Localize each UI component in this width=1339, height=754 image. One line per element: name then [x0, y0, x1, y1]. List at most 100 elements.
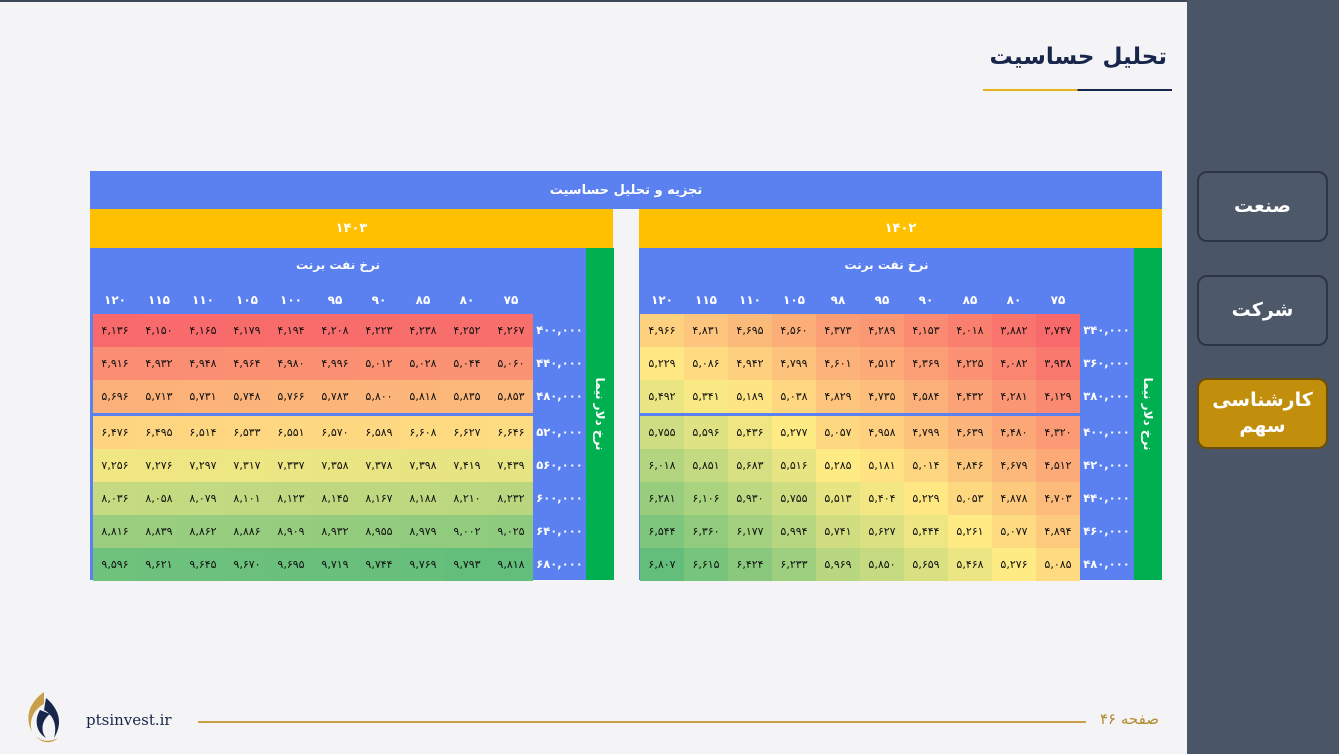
oil-price-column-header: ۱۲۰ — [104, 293, 126, 307]
sensitivity-cell: ۵,۱۸۹ — [728, 380, 772, 413]
sensitivity-cell: ۵,۷۴۸ — [225, 380, 269, 413]
sensitivity-cell: ۸,۸۸۶ — [225, 515, 269, 548]
oil-price-column-header: ۸۰ — [459, 293, 475, 307]
sensitivity-cell: ۳,۷۴۷ — [1036, 314, 1080, 347]
sensitivity-cell: ۴,۸۳۱ — [684, 314, 728, 347]
sensitivity-cell: ۵,۶۹۶ — [93, 380, 137, 413]
dollar-rate-strip-left: نرخ دلار نیما — [586, 248, 614, 580]
dollar-rate-row-label: ۳۶۰,۰۰۰ — [1083, 356, 1130, 370]
oil-price-column-header: ۸۵ — [962, 293, 978, 307]
sensitivity-cell: ۴,۹۸۰ — [269, 347, 313, 380]
sensitivity-cell: ۵,۷۴۱ — [816, 515, 860, 548]
sensitivity-cell: ۴,۹۶۶ — [640, 314, 684, 347]
oil-price-column-header: ۸۵ — [415, 293, 431, 307]
sensitivity-cell: ۸,۹۰۹ — [269, 515, 313, 548]
sensitivity-cell: ۴,۱۵۰ — [137, 314, 181, 347]
table-header: تجزیه و تحلیل حساسیت — [90, 171, 1162, 209]
page-title: تحلیل حساسیت — [989, 44, 1168, 70]
sensitivity-cell: ۴,۵۱۲ — [1036, 449, 1080, 482]
sensitivity-cell: ۶,۵۴۴ — [640, 515, 684, 548]
sensitivity-cell: ۵,۰۳۸ — [772, 380, 816, 413]
website-link[interactable]: ptsinvest.ir — [86, 711, 172, 729]
oil-price-column-header: ۹۸ — [830, 293, 846, 307]
sensitivity-cell: ۵,۷۱۳ — [137, 380, 181, 413]
sensitivity-cell: ۸,۹۳۲ — [313, 515, 357, 548]
sensitivity-cell: ۶,۲۳۳ — [772, 548, 816, 581]
sensitivity-cell: ۵,۰۴۴ — [445, 347, 489, 380]
oil-price-column-header: ۹۵ — [327, 293, 343, 307]
sensitivity-cell: ۸,۰۳۶ — [93, 482, 137, 515]
sensitivity-cell: ۸,۰۵۸ — [137, 482, 181, 515]
sensitivity-block-left: نرخ نفت برنت ۷۵ ۸۰ ۸۵ ۹۰ ۹۵ ۱۰۰ ۱۰۵ ۱۱۰ ۱۱۵ ۱۲۰ ۴۰… — [90, 248, 586, 581]
oil-price-column-header: ۱۱۰ — [192, 293, 214, 307]
sensitivity-cell: ۹,۷۹۳ — [445, 548, 489, 581]
sensitivity-cell: ۴,۶۷۹ — [992, 449, 1036, 482]
sensitivity-cell: ۹,۷۶۹ — [401, 548, 445, 581]
sensitivity-cell: ۶,۸۰۷ — [640, 548, 684, 581]
sensitivity-cell: ۵,۴۶۸ — [948, 548, 992, 581]
sensitivity-cell: ۹,۶۹۵ — [269, 548, 313, 581]
sensitivity-cell: ۵,۵۹۶ — [684, 416, 728, 449]
dollar-rate-row-label: ۴۸۰,۰۰۰ — [1083, 557, 1130, 571]
nav-button-industry[interactable]: صنعت — [1197, 171, 1328, 242]
sensitivity-cell: ۸,۱۴۵ — [313, 482, 357, 515]
dollar-rate-row-label: ۳۴۰,۰۰۰ — [1083, 323, 1130, 337]
sensitivity-cell: ۵,۸۵۳ — [489, 380, 533, 413]
oil-price-column-header: ۱۰۵ — [783, 293, 805, 307]
sensitivity-cell: ۴,۱۹۴ — [269, 314, 313, 347]
sensitivity-cell: ۶,۳۶۰ — [684, 515, 728, 548]
sensitivity-cell: ۳,۹۳۸ — [1036, 347, 1080, 380]
sensitivity-cell: ۵,۰۸۵ — [1036, 548, 1080, 581]
dollar-rate-row-label: ۴۸۰,۰۰۰ — [536, 389, 583, 403]
sensitivity-cell: ۴,۴۸۰ — [992, 416, 1036, 449]
sensitivity-cell: ۹,۵۹۶ — [93, 548, 137, 581]
sensitivity-cell: ۵,۰۱۲ — [357, 347, 401, 380]
sensitivity-cell: ۸,۹۵۵ — [357, 515, 401, 548]
sensitivity-cell: ۵,۷۳۱ — [181, 380, 225, 413]
sensitivity-cell: ۴,۲۰۸ — [313, 314, 357, 347]
sensitivity-cell: ۴,۶۳۹ — [948, 416, 992, 449]
top-border — [0, 0, 1339, 2]
sensitivity-cell: ۷,۲۵۶ — [93, 449, 137, 482]
sensitivity-cell: ۵,۴۹۲ — [640, 380, 684, 413]
sensitivity-cell: ۵,۸۱۸ — [401, 380, 445, 413]
sensitivity-cell: ۵,۲۸۵ — [816, 449, 860, 482]
sensitivity-cell: ۴,۲۳۸ — [401, 314, 445, 347]
sensitivity-cell: ۴,۹۴۸ — [181, 347, 225, 380]
sensitivity-cell: ۵,۷۵۵ — [640, 416, 684, 449]
nav-button-stock-valuation[interactable]: کارشناسی سهم — [1197, 378, 1328, 449]
sensitivity-cell: ۵,۵۱۶ — [772, 449, 816, 482]
dollar-rate-row-label: ۴۰۰,۰۰۰ — [536, 323, 583, 337]
sensitivity-cell: ۴,۱۵۳ — [904, 314, 948, 347]
sensitivity-cell: ۴,۵۶۰ — [772, 314, 816, 347]
sensitivity-cell: ۴,۹۱۶ — [93, 347, 137, 380]
sensitivity-cell: ۵,۸۰۰ — [357, 380, 401, 413]
sensitivity-cell: ۸,۰۷۹ — [181, 482, 225, 515]
dollar-rate-row-label: ۴۶۰,۰۰۰ — [1083, 524, 1130, 538]
sensitivity-cell: ۴,۲۲۳ — [357, 314, 401, 347]
sensitivity-cell: ۴,۸۴۶ — [948, 449, 992, 482]
sensitivity-cell: ۵,۴۳۶ — [728, 416, 772, 449]
sensitivity-cell: ۸,۸۳۹ — [137, 515, 181, 548]
sensitivity-cell: ۴,۰۱۸ — [948, 314, 992, 347]
oil-price-label: نرخ نفت برنت — [296, 258, 380, 272]
sensitivity-cell: ۶,۲۸۱ — [640, 482, 684, 515]
sensitivity-cell: ۴,۶۰۱ — [816, 347, 860, 380]
sensitivity-cell: ۶,۵۸۹ — [357, 416, 401, 449]
sensitivity-cell: ۴,۷۰۳ — [1036, 482, 1080, 515]
sensitivity-cell: ۴,۱۲۹ — [1036, 380, 1080, 413]
sensitivity-cell: ۵,۰۷۷ — [992, 515, 1036, 548]
sensitivity-cell: ۶,۱۰۶ — [684, 482, 728, 515]
sensitivity-cell: ۶,۰۱۸ — [640, 449, 684, 482]
sensitivity-cell: ۵,۱۸۱ — [860, 449, 904, 482]
dollar-rate-row-label: ۴۰۰,۰۰۰ — [1083, 425, 1130, 439]
sensitivity-cell: ۴,۱۶۵ — [181, 314, 225, 347]
sensitivity-cell: ۵,۸۳۵ — [445, 380, 489, 413]
sensitivity-cell: ۵,۷۶۶ — [269, 380, 313, 413]
sensitivity-cell: ۵,۰۵۷ — [816, 416, 860, 449]
oil-price-column-header: ۱۱۵ — [148, 293, 170, 307]
sensitivity-cell: ۴,۲۸۱ — [992, 380, 1036, 413]
nav-button-company[interactable]: شرکت — [1197, 275, 1328, 346]
year-header-right: ۱۴۰۲ — [639, 209, 1162, 248]
sensitivity-cell: ۶,۵۷۰ — [313, 416, 357, 449]
